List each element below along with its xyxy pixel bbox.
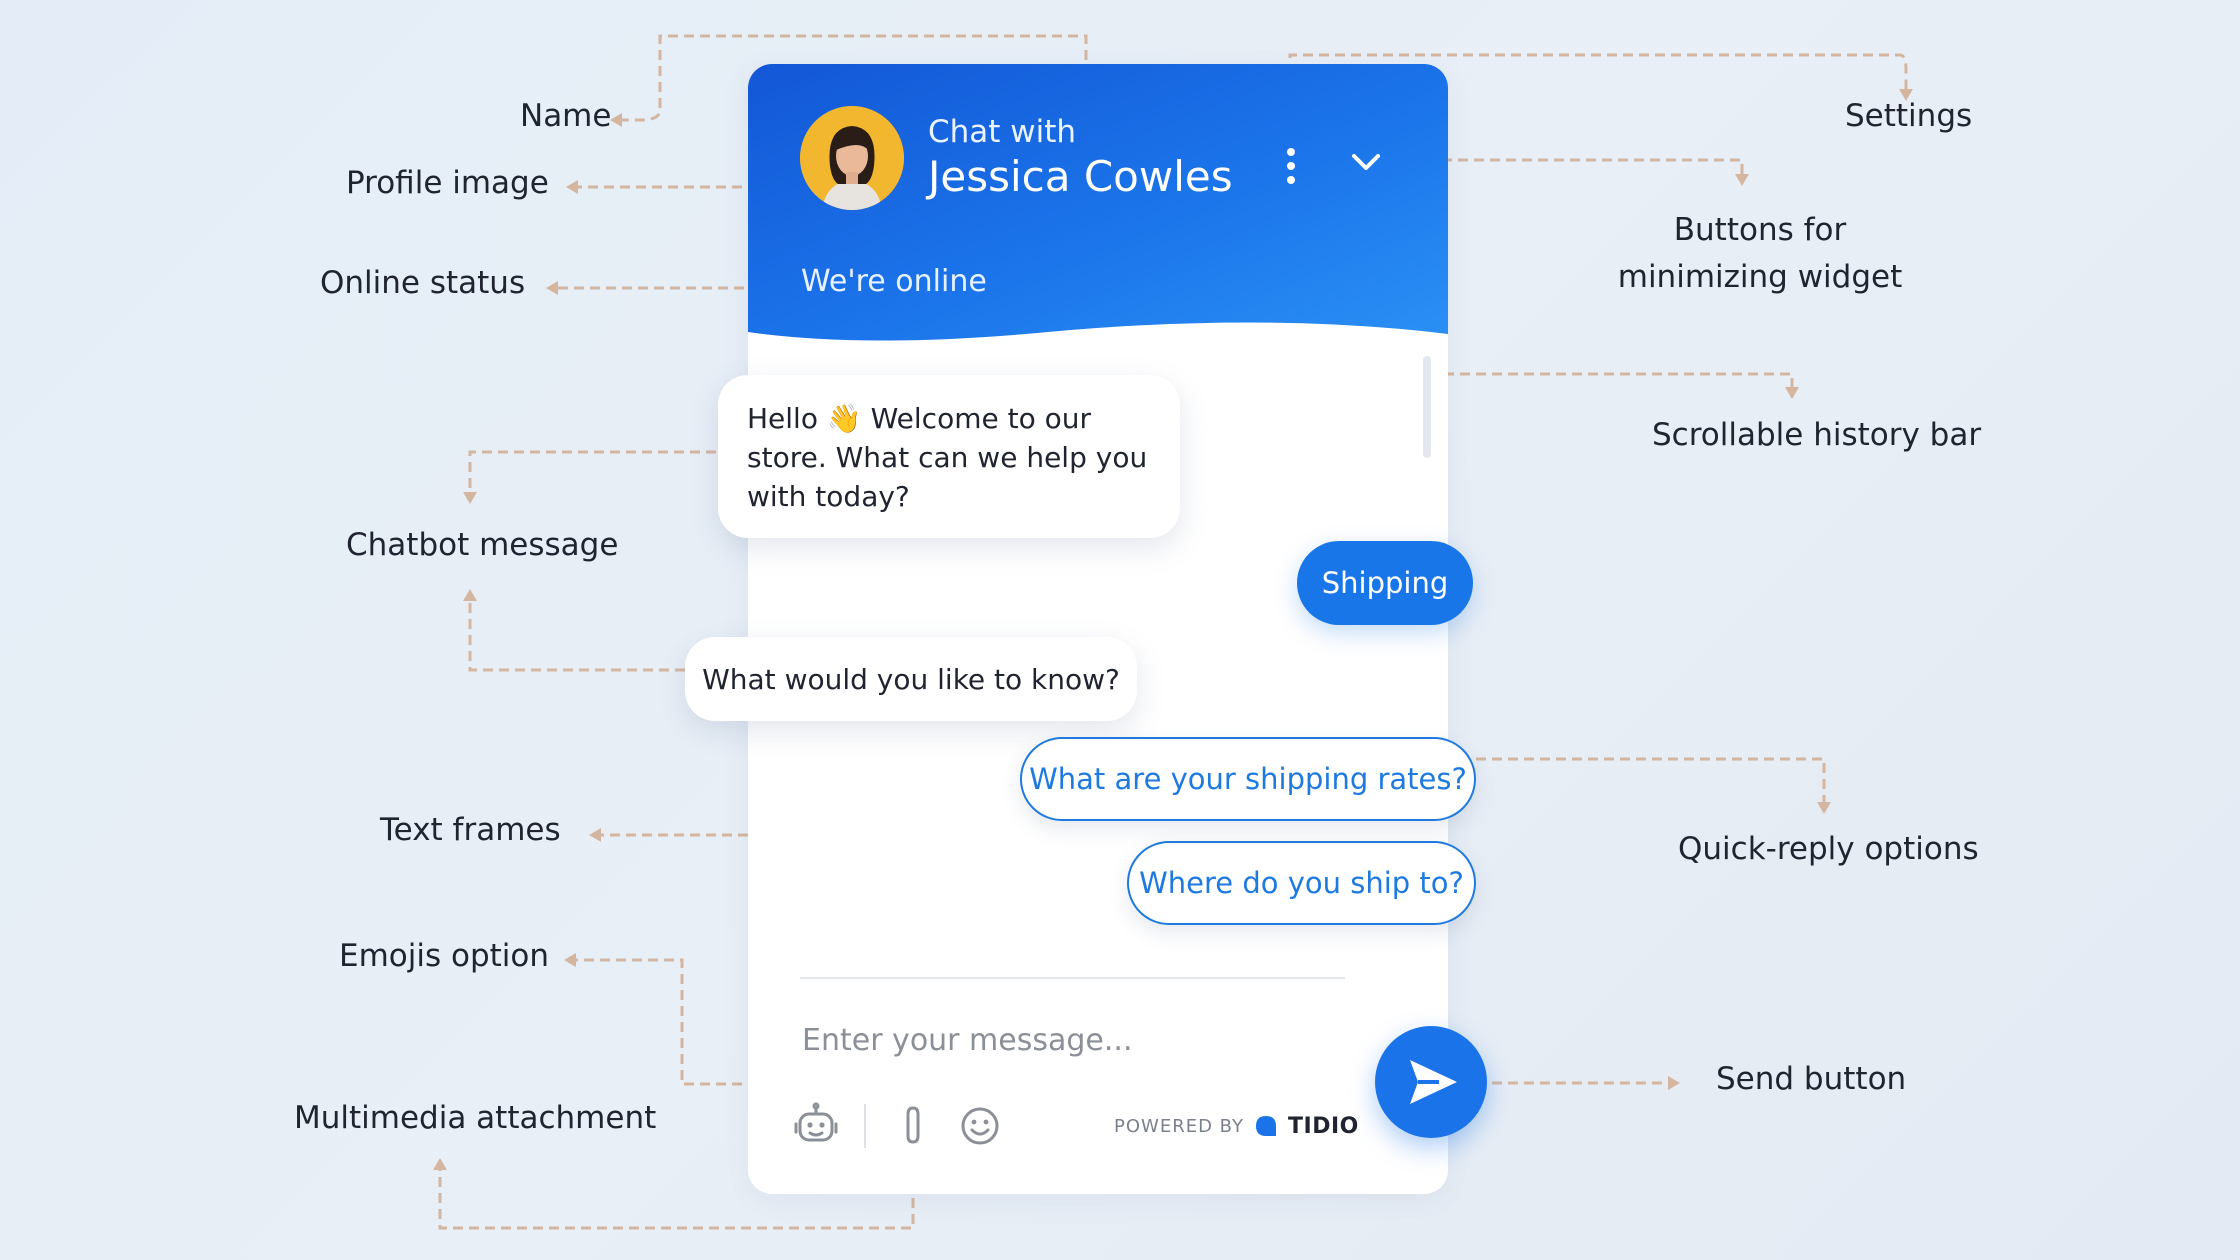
chat-with-text: Chat with [928, 114, 1077, 150]
bot-icon[interactable] [790, 1100, 842, 1152]
history-scrollbar[interactable] [1423, 356, 1431, 458]
send-button[interactable] [1375, 1026, 1487, 1138]
chatbot-message-greeting: Hello 👋 Welcome to our store. What can w… [718, 375, 1180, 538]
label-quick-reply: Quick-reply options [1678, 831, 1979, 867]
greeting-line3: with today? [747, 480, 910, 513]
user-message-shipping: Shipping [1297, 541, 1473, 625]
greeting-line2: store. What can we help you [747, 441, 1148, 474]
label-profile-image: Profile image [346, 165, 549, 201]
powered-by-text: POWERED BY [1114, 1115, 1245, 1137]
quick-reply-shipping-rates[interactable]: What are your shipping rates? [1020, 737, 1476, 821]
chatbot-message-followup: What would you like to know? [685, 637, 1137, 721]
paperclip-icon[interactable] [886, 1100, 938, 1152]
person-portrait-icon [800, 106, 904, 210]
message-input[interactable] [800, 1014, 1274, 1066]
greeting-line1: Hello 👋 Welcome to our [747, 402, 1092, 435]
powered-by: POWERED BY TIDIO [1114, 1112, 1359, 1140]
tidio-logo-icon [1256, 1116, 1277, 1136]
emoji-icon[interactable] [954, 1100, 1006, 1152]
label-emojis-option: Emojis option [339, 938, 550, 974]
followup-text: What would you like to know? [702, 662, 1120, 696]
label-minimize-buttons: Buttons for minimizing widget [1600, 207, 1920, 301]
label-text-frames: Text frames [380, 812, 561, 848]
dot-icon [1287, 148, 1295, 156]
label-multimedia-attachment: Multimedia attachment [294, 1100, 657, 1136]
send-arrow-icon [1410, 1060, 1457, 1104]
label-name: Name [520, 98, 612, 134]
brand-name: TIDIO [1288, 1113, 1359, 1139]
quick-reply-ship-to[interactable]: Where do you ship to? [1127, 841, 1476, 925]
dot-icon [1287, 162, 1295, 170]
toolbar-separator [864, 1104, 866, 1148]
label-online-status: Online status [320, 265, 526, 301]
label-minimize-line1: Buttons for [1673, 212, 1847, 248]
label-chatbot-message: Chatbot message [346, 527, 619, 563]
dot-icon [1287, 176, 1295, 184]
input-divider [800, 977, 1345, 979]
chat-widget: Chat with Jessica Cowles We're online PO… [748, 64, 1448, 1194]
settings-menu-button[interactable] [1278, 136, 1304, 196]
online-status: We're online [801, 264, 987, 299]
label-scrollable-history: Scrollable history bar [1652, 417, 1982, 453]
label-minimize-line2: minimizing widget [1617, 259, 1903, 295]
label-settings: Settings [1845, 98, 1973, 134]
profile-avatar [800, 106, 904, 210]
chevron-down-icon[interactable] [1346, 142, 1386, 182]
agent-name: Jessica Cowles [928, 152, 1233, 201]
label-send-button: Send button [1716, 1061, 1907, 1097]
